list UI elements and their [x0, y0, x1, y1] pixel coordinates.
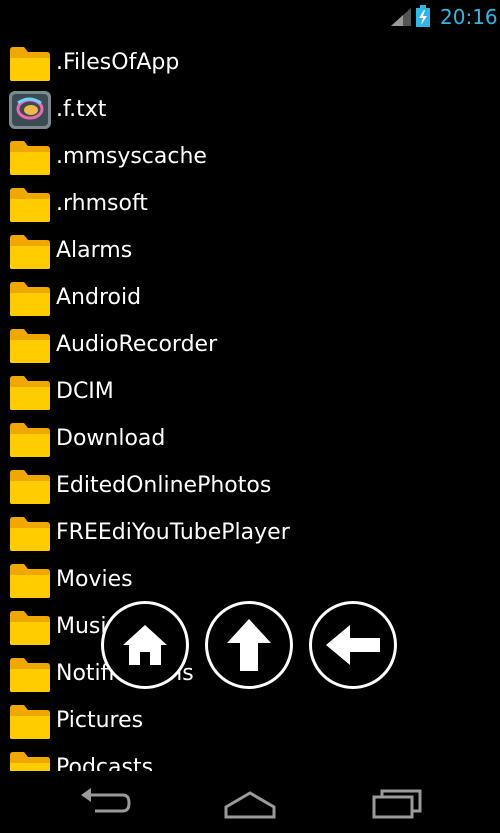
file-row[interactable]: DCIM [0, 369, 500, 416]
file-row[interactable]: Pictures [0, 698, 500, 745]
folder-icon [10, 423, 50, 457]
folder-icon [10, 376, 50, 410]
file-name: Alarms [56, 238, 133, 263]
file-name: AudioRecorder [56, 332, 218, 357]
file-row[interactable]: Android [0, 275, 500, 322]
file-name: EditedOnlinePhotos [56, 473, 272, 498]
file-name: Download [56, 426, 166, 451]
file-name: Pictures [56, 708, 144, 733]
clock: 20:16 [440, 5, 498, 29]
file-row[interactable]: .rhmsoft [0, 181, 500, 228]
app-file-icon [9, 91, 51, 129]
file-row[interactable]: Movies [0, 557, 500, 604]
signal-icon [391, 8, 411, 26]
file-name: .mmsyscache [56, 144, 207, 169]
file-name: Android [56, 285, 142, 310]
file-name: .rhmsoft [56, 191, 148, 216]
home-button[interactable] [101, 601, 189, 689]
folder-icon [10, 658, 50, 692]
folder-icon [10, 611, 50, 645]
file-name: FREEdiYouTubePlayer [56, 520, 290, 545]
battery-icon [416, 5, 430, 27]
folder-icon [10, 470, 50, 504]
arrow-left-icon [326, 625, 380, 665]
folder-icon [10, 282, 50, 316]
file-name: Movies [56, 567, 133, 592]
file-row[interactable]: EditedOnlinePhotos [0, 463, 500, 510]
file-row[interactable]: .FilesOfApp [0, 40, 500, 87]
nav-recents-icon[interactable] [368, 785, 428, 821]
folder-icon [10, 705, 50, 739]
file-row[interactable]: Alarms [0, 228, 500, 275]
file-row[interactable]: Download [0, 416, 500, 463]
back-button[interactable] [309, 601, 397, 689]
file-row[interactable]: FREEdiYouTubePlayer [0, 510, 500, 557]
folder-icon [10, 235, 50, 269]
folder-icon [10, 141, 50, 175]
up-button[interactable] [205, 601, 293, 689]
folder-icon [10, 752, 50, 771]
home-icon [123, 625, 167, 665]
nav-back-icon[interactable] [75, 785, 135, 821]
file-name: Podcasts [56, 755, 154, 771]
navigation-bar [0, 771, 500, 833]
file-row[interactable]: .mmsyscache [0, 134, 500, 181]
folder-icon [10, 188, 50, 222]
file-name: DCIM [56, 379, 114, 404]
file-row[interactable]: .f.txt [0, 87, 500, 134]
file-name: .f.txt [56, 97, 107, 122]
file-name: .FilesOfApp [56, 50, 180, 75]
folder-icon [10, 47, 50, 81]
arrow-up-icon [227, 619, 271, 671]
folder-icon [10, 329, 50, 363]
folder-icon [10, 517, 50, 551]
folder-icon [10, 564, 50, 598]
file-row[interactable]: Podcasts [0, 745, 500, 771]
nav-home-icon[interactable] [220, 785, 280, 821]
status-bar: 20:16 [0, 0, 500, 35]
file-row[interactable]: AudioRecorder [0, 322, 500, 369]
